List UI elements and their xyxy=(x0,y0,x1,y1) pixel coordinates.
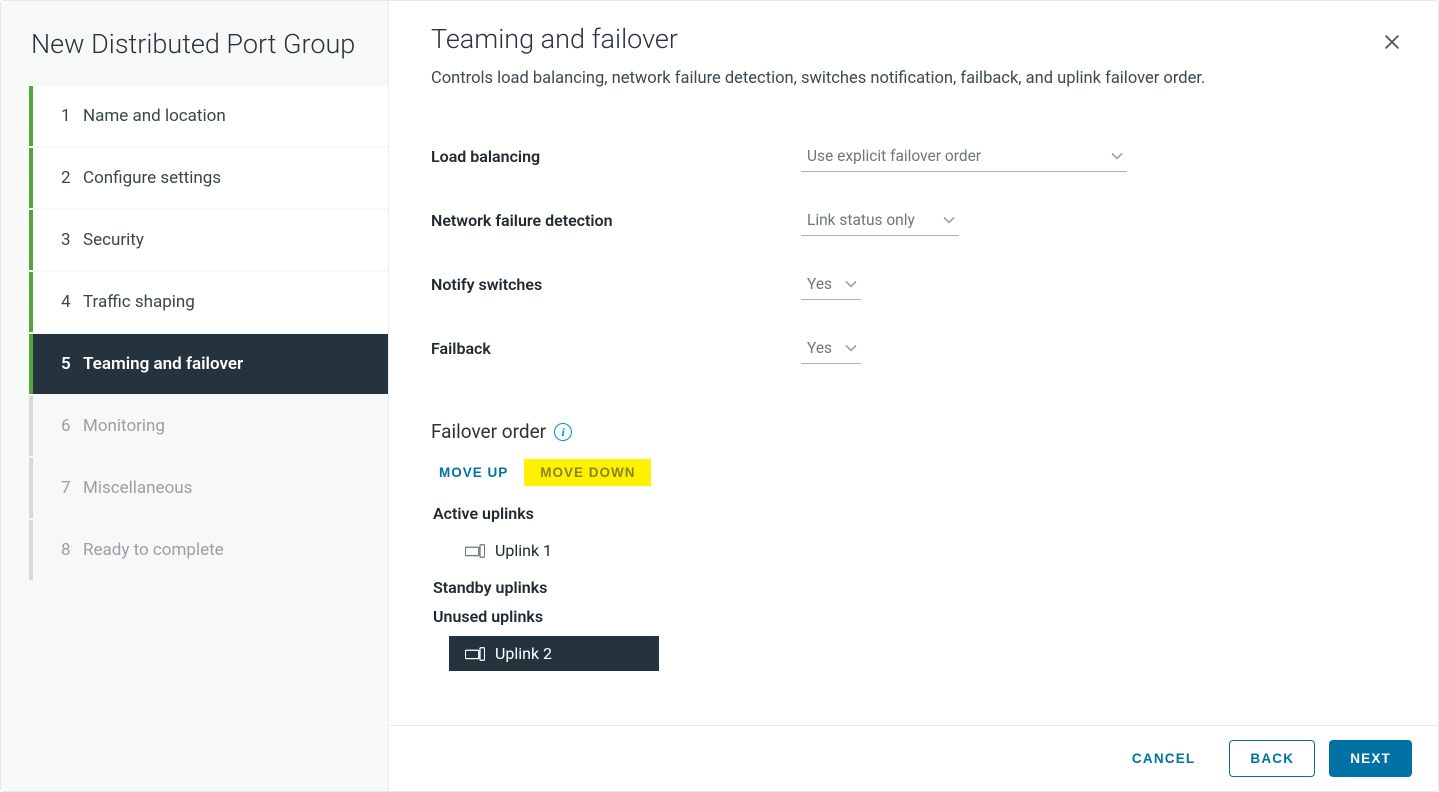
wizard-sidebar: New Distributed Port Group 1 Name and lo… xyxy=(1,1,389,791)
select-notify-switches[interactable]: Yes xyxy=(801,269,861,300)
uplink-name: Uplink 1 xyxy=(495,541,552,560)
step-number: 1 xyxy=(61,106,83,126)
wizard-title: New Distributed Port Group xyxy=(1,29,388,86)
step-configure-settings[interactable]: 2 Configure settings xyxy=(29,148,388,208)
content-scroll-area[interactable]: Teaming and failover Controls load balan… xyxy=(389,1,1438,725)
select-load-balancing[interactable]: Use explicit failover order xyxy=(801,141,1127,172)
info-icon[interactable]: i xyxy=(554,423,572,441)
step-label: Monitoring xyxy=(83,416,165,436)
move-up-button[interactable]: MOVE UP xyxy=(427,459,520,486)
next-button[interactable]: NEXT xyxy=(1329,740,1412,777)
select-value: Yes xyxy=(807,339,832,357)
row-network-failure-detection: Network failure detection Link status on… xyxy=(431,188,1396,252)
cancel-button[interactable]: CANCEL xyxy=(1112,740,1215,777)
active-uplinks-label: Active uplinks xyxy=(433,504,1396,523)
step-ready-to-complete: 8 Ready to complete xyxy=(29,520,388,580)
step-monitoring: 6 Monitoring xyxy=(29,396,388,456)
row-failback: Failback Yes xyxy=(431,316,1396,380)
step-label: Ready to complete xyxy=(83,540,224,560)
step-traffic-shaping[interactable]: 4 Traffic shaping xyxy=(29,272,388,332)
unused-uplinks-label: Unused uplinks xyxy=(433,607,1396,626)
step-number: 8 xyxy=(61,540,83,560)
step-label: Teaming and failover xyxy=(83,354,243,374)
wizard-footer: CANCEL BACK NEXT xyxy=(389,725,1438,791)
select-network-failure-detection[interactable]: Link status only xyxy=(801,205,959,236)
step-label: Traffic shaping xyxy=(83,292,195,312)
page-title: Teaming and failover xyxy=(431,23,1396,55)
step-number: 7 xyxy=(61,478,83,498)
standby-uplinks-label: Standby uplinks xyxy=(433,578,1396,597)
label-load-balancing: Load balancing xyxy=(431,147,801,166)
step-number: 2 xyxy=(61,168,83,188)
step-label: Name and location xyxy=(83,106,226,126)
back-button[interactable]: BACK xyxy=(1229,740,1315,777)
chevron-down-icon xyxy=(943,214,955,226)
close-icon xyxy=(1382,32,1402,55)
failover-order-title-text: Failover order xyxy=(431,420,546,443)
chevron-down-icon xyxy=(845,342,857,354)
step-name-and-location[interactable]: 1 Name and location xyxy=(29,86,388,146)
select-failback[interactable]: Yes xyxy=(801,333,861,364)
step-teaming-and-failover[interactable]: 5 Teaming and failover xyxy=(29,334,388,394)
select-value: Yes xyxy=(807,275,832,293)
wizard-content: Teaming and failover Controls load balan… xyxy=(389,1,1438,791)
nic-icon xyxy=(465,544,485,558)
page-description: Controls load balancing, network failure… xyxy=(431,69,1396,88)
wizard-dialog: New Distributed Port Group 1 Name and lo… xyxy=(0,0,1439,792)
uplink-item[interactable]: Uplink 1 xyxy=(449,533,659,568)
chevron-down-icon xyxy=(1111,150,1123,162)
step-label: Miscellaneous xyxy=(83,478,192,498)
step-number: 5 xyxy=(61,354,83,374)
step-number: 6 xyxy=(61,416,83,436)
move-down-button[interactable]: MOVE DOWN xyxy=(524,459,651,486)
row-notify-switches: Notify switches Yes xyxy=(431,252,1396,316)
select-value: Use explicit failover order xyxy=(807,147,981,165)
close-button[interactable] xyxy=(1376,27,1408,59)
failover-move-buttons: MOVE UP MOVE DOWN xyxy=(431,459,1396,486)
step-number: 4 xyxy=(61,292,83,312)
label-failback: Failback xyxy=(431,339,801,358)
uplink-item[interactable]: Uplink 2 xyxy=(449,636,659,671)
label-notify-switches: Notify switches xyxy=(431,275,801,294)
nic-icon xyxy=(465,647,485,661)
step-number: 3 xyxy=(61,230,83,250)
select-value: Link status only xyxy=(807,211,915,229)
step-label: Configure settings xyxy=(83,168,221,188)
label-network-failure-detection: Network failure detection xyxy=(431,211,801,230)
uplink-name: Uplink 2 xyxy=(495,644,552,663)
step-label: Security xyxy=(83,230,144,250)
row-load-balancing: Load balancing Use explicit failover ord… xyxy=(431,124,1396,188)
wizard-steps: 1 Name and location 2 Configure settings… xyxy=(1,86,388,580)
chevron-down-icon xyxy=(845,278,857,290)
step-security[interactable]: 3 Security xyxy=(29,210,388,270)
step-miscellaneous: 7 Miscellaneous xyxy=(29,458,388,518)
failover-order-title: Failover order i xyxy=(431,420,1396,443)
